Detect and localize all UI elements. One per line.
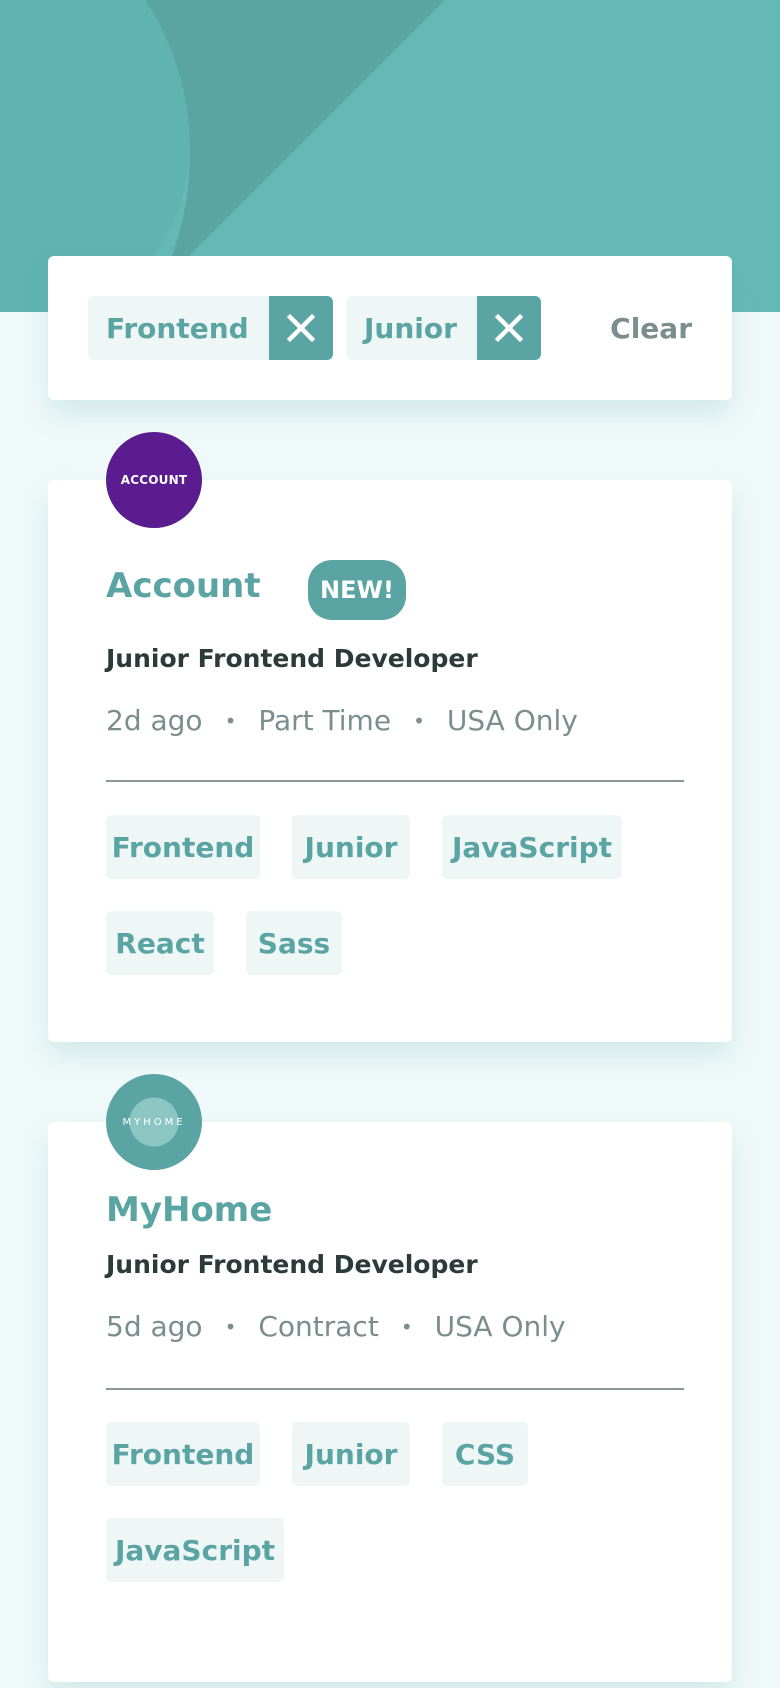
clear-filters-button[interactable]: Clear bbox=[610, 296, 692, 360]
tag-css[interactable]: CSS bbox=[442, 1422, 528, 1486]
job-location: USA Only bbox=[446, 704, 578, 737]
tag-list: Frontend Junior JavaScript React Sass bbox=[106, 815, 684, 975]
remove-filter-button[interactable] bbox=[268, 296, 333, 360]
tag-frontend[interactable]: Frontend bbox=[106, 815, 260, 879]
company-logo-text: MYHOME bbox=[122, 1116, 186, 1128]
tag-javascript[interactable]: JavaScript bbox=[442, 815, 622, 879]
new-badge: NEW! bbox=[308, 560, 406, 620]
close-icon bbox=[494, 313, 524, 343]
contract-type: Part Time bbox=[258, 704, 392, 737]
company-logo: ACCOUNT bbox=[106, 432, 202, 528]
remove-filter-button[interactable] bbox=[476, 296, 541, 360]
separator-dot: • bbox=[413, 708, 425, 733]
filter-chip-junior: Junior bbox=[346, 296, 541, 360]
job-meta: 2d ago • Part Time • USA Only bbox=[106, 704, 578, 737]
separator-dot: • bbox=[224, 1314, 237, 1339]
job-card[interactable]: ACCOUNT Account NEW! Junior Frontend Dev… bbox=[48, 432, 732, 1042]
separator-dot: • bbox=[400, 1314, 413, 1339]
company-name: Account bbox=[106, 566, 261, 606]
tag-sass[interactable]: Sass bbox=[246, 911, 342, 975]
divider bbox=[106, 780, 684, 782]
tag-junior[interactable]: Junior bbox=[292, 1422, 410, 1486]
tag-frontend[interactable]: Frontend bbox=[106, 1422, 260, 1486]
job-meta: 5d ago • Contract • USA Only bbox=[106, 1310, 566, 1343]
filter-chip-label: Junior bbox=[364, 311, 457, 345]
posted-at: 5d ago bbox=[106, 1310, 203, 1343]
job-position[interactable]: Junior Frontend Developer bbox=[106, 1250, 478, 1279]
divider bbox=[106, 1388, 684, 1390]
close-icon bbox=[286, 313, 315, 343]
separator-dot: • bbox=[224, 708, 237, 733]
company-logo-text: ACCOUNT bbox=[120, 473, 188, 487]
filter-chip-label: Frontend bbox=[106, 311, 249, 345]
tag-list: Frontend Junior CSS JavaScript bbox=[106, 1422, 684, 1582]
job-card[interactable]: MYHOME MyHome Junior Frontend Developer … bbox=[48, 1074, 732, 1682]
company-name: MyHome bbox=[106, 1190, 273, 1230]
filter-chip-frontend: Frontend bbox=[88, 296, 333, 360]
contract-type: Contract bbox=[258, 1310, 379, 1343]
company-logo: MYHOME bbox=[106, 1074, 202, 1170]
filter-bar: Frontend Junior Clear bbox=[48, 256, 732, 400]
tag-javascript[interactable]: JavaScript bbox=[106, 1518, 284, 1582]
tag-junior[interactable]: Junior bbox=[292, 815, 410, 879]
job-position[interactable]: Junior Frontend Developer bbox=[106, 644, 478, 673]
tag-react[interactable]: React bbox=[106, 911, 214, 975]
job-location: USA Only bbox=[434, 1310, 566, 1343]
posted-at: 2d ago bbox=[106, 704, 203, 737]
